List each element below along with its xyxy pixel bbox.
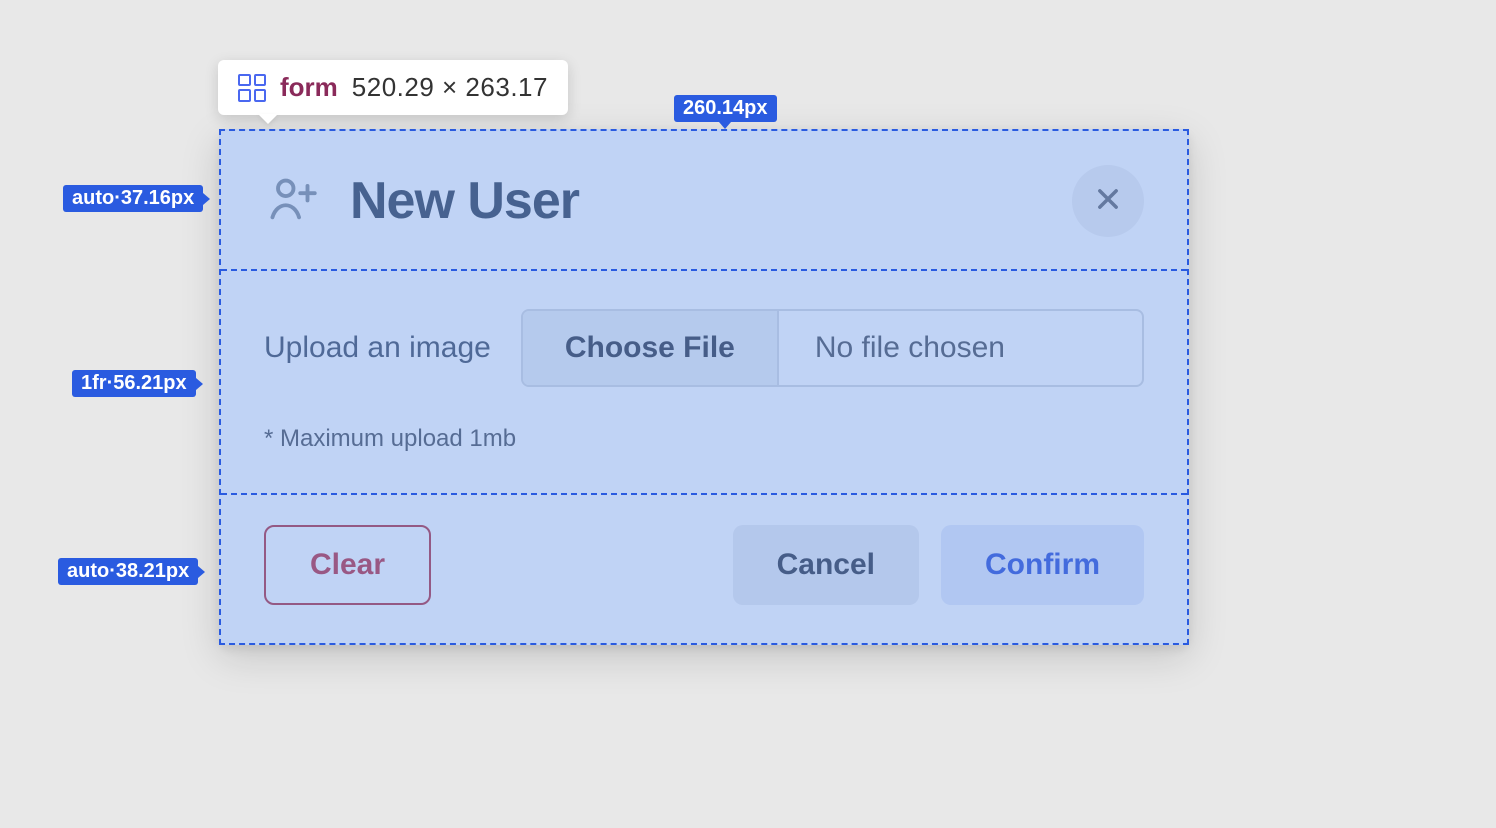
cancel-button[interactable]: Cancel <box>733 525 919 605</box>
modal-footer: Clear Cancel Confirm <box>264 497 1144 605</box>
close-icon <box>1094 180 1122 223</box>
choose-file-button[interactable]: Choose File <box>523 311 779 385</box>
devtools-width-label: 260.14px <box>674 95 777 122</box>
modal-header: New User <box>264 169 1144 232</box>
tooltip-element-name: form <box>280 72 338 103</box>
file-status-text: No file chosen <box>779 311 1142 385</box>
grid-icon <box>238 74 266 102</box>
close-button[interactable] <box>1072 165 1144 237</box>
devtools-row3-label: auto·38.21px <box>58 558 198 585</box>
new-user-form: New User Upload an image Choose File No … <box>219 129 1189 645</box>
confirm-button[interactable]: Confirm <box>941 525 1144 605</box>
file-input[interactable]: Choose File No file chosen <box>521 309 1144 387</box>
clear-button[interactable]: Clear <box>264 525 431 605</box>
devtools-row2-label: 1fr·56.21px <box>72 370 196 397</box>
devtools-element-tooltip: form 520.29 × 263.17 <box>218 60 568 115</box>
tooltip-dimensions: 520.29 × 263.17 <box>352 72 548 103</box>
modal-body: Upload an image Choose File No file chos… <box>264 232 1144 497</box>
upload-hint: * Maximum upload 1mb <box>264 425 1144 453</box>
modal-title: New User <box>350 171 579 231</box>
devtools-row1-label: auto·37.16px <box>63 185 203 212</box>
upload-row: Upload an image Choose File No file chos… <box>264 309 1144 387</box>
user-plus-icon <box>264 169 322 232</box>
upload-label: Upload an image <box>264 331 491 365</box>
